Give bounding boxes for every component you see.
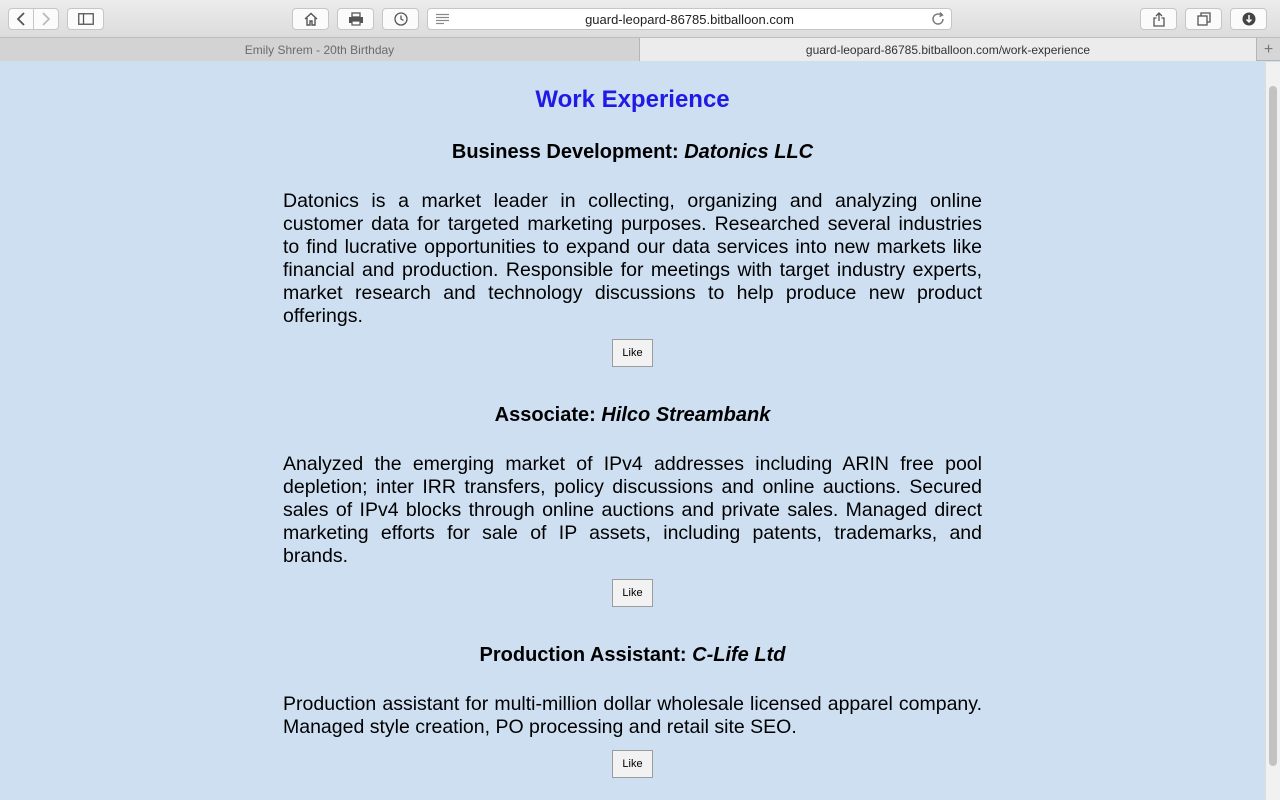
job-description-hilco: Analyzed the emerging market of IPv4 add… (283, 453, 982, 567)
forward-icon (42, 12, 51, 26)
job-role: Associate: (494, 404, 602, 426)
address-bar[interactable]: guard-leopard-86785.bitballoon.com (427, 8, 952, 30)
downloads-icon (1242, 12, 1255, 26)
print-icon (348, 12, 363, 26)
nav-button-group (8, 8, 59, 30)
page-content: Work Experience Business Development: Da… (0, 62, 1265, 800)
print-button[interactable] (337, 8, 374, 30)
sidebar-icon (77, 13, 94, 25)
like-button-c-life[interactable]: Like (612, 750, 653, 778)
scrollbar-thumb[interactable] (1269, 86, 1277, 766)
job-company: C-Life Ltd (692, 644, 786, 666)
downloads-button[interactable] (1230, 8, 1267, 30)
new-tab-button[interactable]: + (1257, 38, 1280, 61)
back-button[interactable] (9, 9, 33, 29)
page-title: Work Experience (535, 86, 730, 113)
history-icon (393, 12, 408, 26)
job-company: Hilco Streambank (601, 404, 771, 426)
job-role: Business Development: (451, 141, 685, 163)
reload-icon[interactable] (931, 12, 945, 26)
home-button[interactable] (292, 8, 329, 30)
browser-toolbar: guard-leopard-86785.bitballoon.com (0, 0, 1280, 38)
tab-work-experience[interactable]: guard-leopard-86785.bitballoon.com/work-… (639, 38, 1257, 61)
tabs-overview-button[interactable] (1185, 8, 1222, 30)
address-url: guard-leopard-86785.bitballoon.com (585, 11, 794, 27)
like-button-datonics[interactable]: Like (612, 339, 653, 367)
tab-bar: Emily Shrem - 20th Birthday guard-leopar… (0, 38, 1280, 61)
job-description-c-life: Production assistant for multi-million d… (283, 693, 982, 738)
job-company: Datonics LLC (684, 141, 814, 163)
share-button[interactable] (1140, 8, 1177, 30)
history-button[interactable] (382, 8, 419, 30)
job-role: Production Assistant: (479, 644, 693, 666)
home-icon (304, 12, 317, 26)
job-title-c-life: Production Assistant: C-Life Ltd (0, 644, 1265, 667)
job-title-datonics: Business Development: Datonics LLC (0, 141, 1265, 164)
job-description-datonics: Datonics is a market leader in collectin… (283, 190, 982, 327)
like-button-hilco[interactable]: Like (612, 579, 653, 607)
back-icon (16, 12, 25, 26)
job-title-hilco: Associate: Hilco Streambank (0, 404, 1265, 427)
sidebar-button[interactable] (67, 8, 104, 30)
tab-emily-shrem-birthday[interactable]: Emily Shrem - 20th Birthday (0, 38, 639, 61)
reader-icon[interactable] (436, 13, 450, 25)
forward-button[interactable] (33, 9, 58, 29)
tabs-overview-icon (1196, 12, 1211, 26)
share-icon (1152, 11, 1165, 27)
new-tab-icon: + (1263, 40, 1274, 58)
